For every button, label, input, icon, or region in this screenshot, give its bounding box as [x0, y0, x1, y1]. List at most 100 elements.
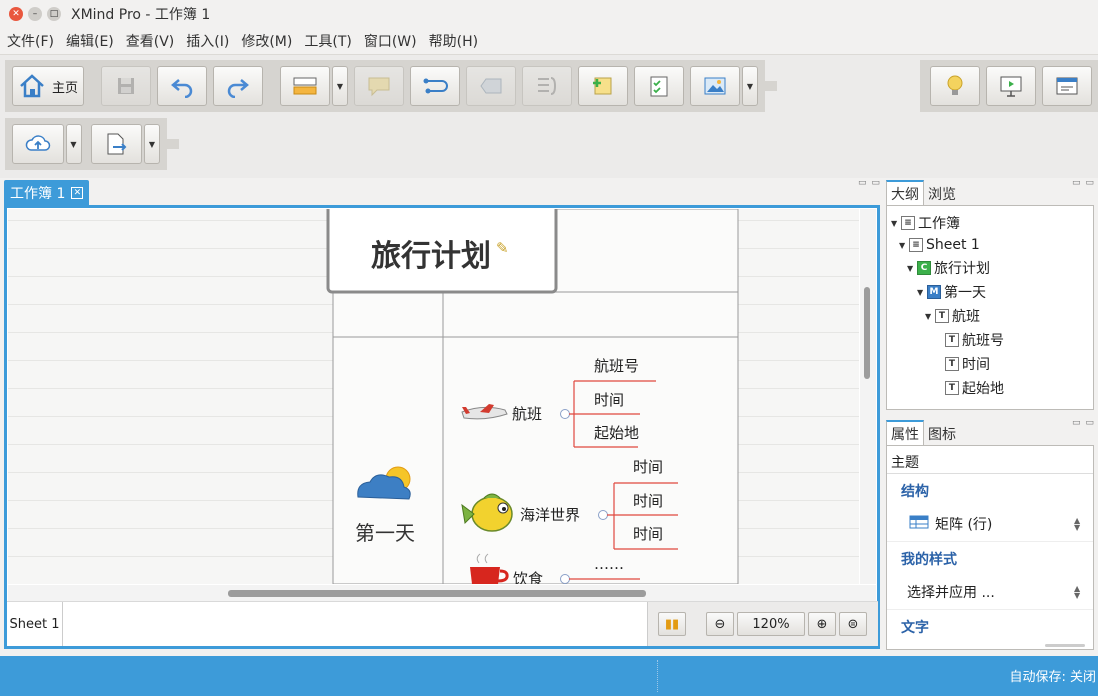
tree-item-topic[interactable]: ▼ T 航班 [925, 305, 980, 327]
scrollbar-thumb[interactable] [228, 590, 646, 597]
horizontal-scrollbar[interactable] [8, 585, 876, 601]
section-title[interactable]: 结构 [901, 481, 929, 501]
subtopic[interactable]: 航班号 [594, 355, 639, 376]
mindmap-canvas[interactable]: 旅行计划 ✎ 第一天 航班 航班号 时间 起始地 海洋世界 时间 时间 时间 饮… [8, 209, 859, 584]
branch-topic[interactable]: 海洋世界 [520, 504, 580, 525]
editor-tab-label: 工作簿 1 [10, 186, 66, 202]
tab-outline[interactable]: 大纲 [886, 180, 924, 206]
brainstorm-button[interactable] [930, 66, 980, 106]
row-label[interactable]: 第一天 [355, 517, 415, 546]
toolbar-grip[interactable] [167, 139, 179, 149]
tab-icons[interactable]: 图标 [924, 422, 960, 446]
menu-edit[interactable]: 编辑(E) [60, 31, 120, 51]
section-title[interactable]: 文字 [901, 617, 929, 637]
structure-select[interactable]: 矩阵 (行) [909, 514, 992, 534]
spinner-icon[interactable]: ▲ ▼ [1074, 585, 1080, 600]
chevron-down-icon[interactable]: ▼ [925, 312, 935, 321]
tree-item-main-topic[interactable]: ▼ M 第一天 [917, 281, 986, 303]
branch-topic[interactable]: 饮食 [513, 568, 543, 584]
summary-icon [535, 75, 559, 97]
upload-button[interactable] [12, 124, 64, 164]
minimize-maximize-icon[interactable]: ▭ ▭ [858, 178, 881, 188]
sheet-tab[interactable]: Sheet 1 [7, 602, 63, 646]
tree-item-workbook[interactable]: ▼ ≡ 工作簿 [891, 212, 960, 234]
tab-browse[interactable]: 浏览 [924, 182, 960, 206]
redo-button[interactable] [213, 66, 263, 106]
topic-dropdown-button[interactable]: ▼ [332, 66, 348, 106]
chevron-down-icon[interactable]: ▼ [917, 288, 927, 297]
insert-callout-button[interactable] [354, 66, 404, 106]
tree-item-central-topic[interactable]: ▼ C 旅行计划 [907, 257, 990, 279]
editor-tab[interactable]: 工作簿 1 ✕ [4, 180, 90, 206]
upload-dropdown-button[interactable]: ▼ [65, 124, 82, 164]
zoom-out-button[interactable]: ⊖ [706, 612, 734, 636]
insert-task-button[interactable] [634, 66, 684, 106]
subtopic[interactable]: 时间 [633, 523, 663, 544]
outline-tabs: 大纲 浏览 [886, 180, 960, 206]
subtopic[interactable]: 时间 [633, 456, 663, 477]
subtopic[interactable]: 起始地 [594, 422, 639, 443]
chevron-down-icon: ▼ [148, 139, 156, 149]
insert-more-dropdown-button[interactable]: ▼ [742, 66, 758, 106]
zoom-in-button[interactable]: ⊕ [808, 612, 836, 636]
save-button[interactable] [101, 66, 151, 106]
topic-icon [292, 75, 318, 97]
minimize-maximize-icon[interactable]: ▭ ▭ [1072, 418, 1095, 428]
minimize-window-icon[interactable]: – [28, 7, 42, 21]
maximize-window-icon[interactable]: □ [47, 7, 61, 21]
toolbar-grip[interactable] [765, 81, 777, 91]
spinner-icon[interactable]: ▲ ▼ [1074, 517, 1080, 532]
insert-image-button[interactable] [690, 66, 740, 106]
tree-item-label: 旅行计划 [934, 261, 990, 277]
chevron-down-icon: ▼ [336, 81, 344, 91]
menu-insert[interactable]: 插入(I) [180, 31, 235, 51]
tab-properties[interactable]: 属性 [886, 420, 924, 446]
window-title: XMind Pro - 工作簿 1 [71, 7, 211, 23]
menu-view[interactable]: 查看(V) [120, 31, 181, 51]
close-window-icon[interactable]: ✕ [9, 7, 23, 21]
section-title[interactable]: 我的样式 [901, 549, 957, 569]
insert-boundary-button[interactable] [466, 66, 516, 106]
tree-item-label: 起始地 [962, 381, 1004, 397]
home-button[interactable]: 主页 [12, 66, 84, 106]
undo-button[interactable] [157, 66, 207, 106]
subtopic[interactable]: 时间 [594, 389, 624, 410]
vertical-scrollbar[interactable] [860, 209, 876, 584]
subtopic[interactable]: 时间 [633, 490, 663, 511]
zoom-fit-button[interactable]: ⊜ [839, 612, 867, 636]
style-select[interactable]: 选择并应用 ... [907, 582, 995, 602]
zoom-level[interactable]: 120% [737, 612, 805, 636]
tree-item-subtopic[interactable]: T 时间 [945, 353, 990, 375]
tree-item-label: Sheet 1 [926, 237, 980, 253]
insert-note-button[interactable] [578, 66, 628, 106]
menu-file[interactable]: 文件(F) [0, 31, 60, 51]
chevron-down-icon[interactable]: ▼ [891, 219, 901, 228]
branch-topic[interactable]: 航班 [512, 403, 542, 424]
image-icon [703, 75, 727, 97]
export-dropdown-button[interactable]: ▼ [144, 124, 160, 164]
presentation-button[interactable] [986, 66, 1036, 106]
central-topic[interactable]: 旅行计划 [371, 231, 491, 275]
menu-tools[interactable]: 工具(T) [298, 31, 357, 51]
tree-item-subtopic[interactable]: T 起始地 [945, 377, 1004, 399]
scrollbar-thumb[interactable] [1045, 644, 1085, 647]
insert-summary-button[interactable] [522, 66, 572, 106]
tree-item-subtopic[interactable]: T 航班号 [945, 329, 1004, 351]
insert-relationship-button[interactable] [410, 66, 460, 106]
layout-view-button[interactable] [1042, 66, 1092, 106]
chevron-down-icon[interactable]: ▼ [899, 241, 909, 250]
close-icon[interactable]: ✕ [71, 187, 84, 199]
menu-window[interactable]: 窗口(W) [358, 31, 423, 51]
chevron-down-icon[interactable]: ▼ [907, 264, 917, 273]
tree-item-sheet[interactable]: ▼ ≡ Sheet 1 [899, 234, 980, 256]
pause-icon[interactable]: ▮▮ [658, 612, 686, 636]
minimize-maximize-icon[interactable]: ▭ ▭ [1072, 178, 1095, 188]
scrollbar-thumb[interactable] [864, 287, 870, 379]
subtopic[interactable]: …… [594, 555, 624, 573]
export-button[interactable] [90, 124, 142, 164]
insert-topic-button[interactable] [280, 66, 330, 106]
edit-topic-icon[interactable]: ✎ [496, 239, 509, 257]
autosave-status[interactable]: 自动保存: 关闭 [1009, 666, 1096, 685]
menu-help[interactable]: 帮助(H) [423, 31, 484, 51]
menu-modify[interactable]: 修改(M) [235, 31, 298, 51]
